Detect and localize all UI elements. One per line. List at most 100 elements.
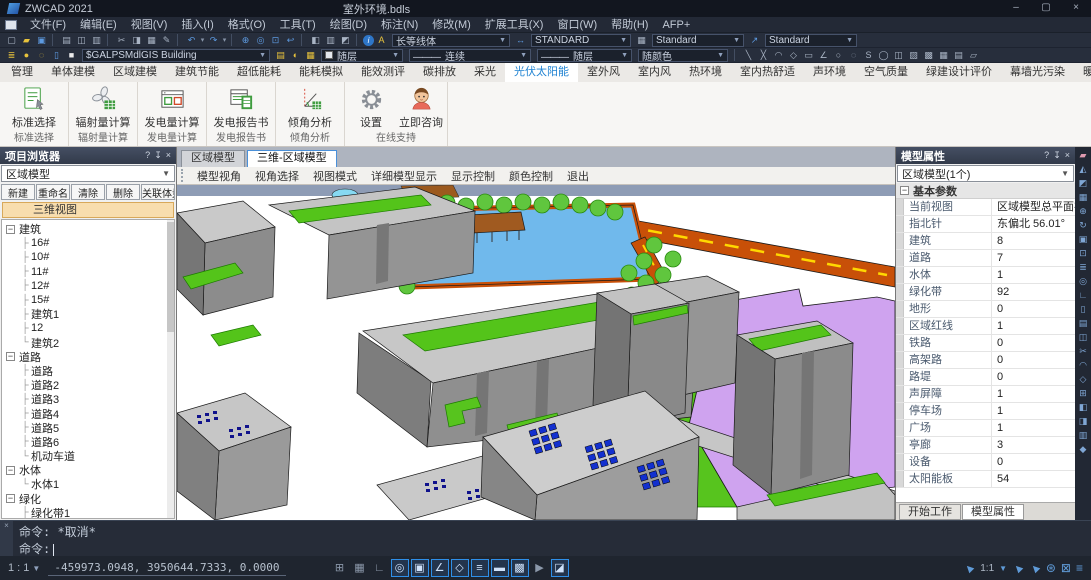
view-toolbar-button[interactable]: 显示控制 xyxy=(444,168,502,184)
dynamic-input-icon[interactable]: ≡ xyxy=(471,559,489,577)
menu-item[interactable]: 帮助(H) xyxy=(604,17,655,33)
close-icon[interactable]: × xyxy=(166,150,171,161)
tree-item[interactable]: 道路2 xyxy=(6,378,174,392)
ribbon-tab[interactable]: 绿建设计评价 xyxy=(917,63,1001,82)
view-tab[interactable]: 区域模型 xyxy=(181,150,245,167)
tree-item[interactable]: 道路4 xyxy=(6,406,174,420)
ribbon-tab[interactable]: 采光 xyxy=(465,63,505,82)
tree-item[interactable]: 道路6 xyxy=(6,435,174,449)
panel-bottom-tab[interactable]: 开始工作 xyxy=(899,504,961,520)
open-folder-icon[interactable]: ▰ xyxy=(19,34,34,47)
panel-button[interactable]: 关联体量 xyxy=(141,184,175,200)
tree-scrollbar[interactable] xyxy=(167,220,174,518)
annotation-scale-icon[interactable]: ▲ xyxy=(960,559,978,577)
region-icon[interactable]: ▱ xyxy=(966,49,981,62)
eraser-icon[interactable]: ▰ xyxy=(1076,149,1090,162)
extrude-icon[interactable]: ⊡ xyxy=(1076,247,1090,260)
array-icon[interactable]: ⊞ xyxy=(1076,387,1090,400)
property-row[interactable]: 区域红线 1 xyxy=(896,318,1075,335)
ribbon-tab[interactable]: 能效测评 xyxy=(352,63,414,82)
menu-item[interactable]: 格式(O) xyxy=(221,17,273,33)
tool-palettes-icon[interactable]: ▥ xyxy=(323,34,338,47)
spline-icon[interactable]: S xyxy=(861,49,876,62)
panel-button[interactable]: 重命名 xyxy=(36,184,70,200)
toolbar-drag-handle[interactable] xyxy=(181,169,185,182)
tree-item[interactable]: 16# xyxy=(6,236,174,250)
model-type-combo[interactable]: 区域模型▼ xyxy=(1,165,175,182)
menu-item[interactable]: 修改(M) xyxy=(425,17,478,33)
help-icon[interactable]: ? xyxy=(145,150,150,161)
close-icon[interactable]: × xyxy=(1065,150,1070,161)
window-minimize-button[interactable]: – xyxy=(1001,0,1031,17)
select-icon[interactable]: ▣ xyxy=(1076,233,1090,246)
radiation-calc-button[interactable]: 辐射量计算 xyxy=(72,86,134,130)
tree-item[interactable]: 15# xyxy=(6,293,174,307)
paste-tool-icon[interactable]: ▥ xyxy=(1076,429,1090,442)
property-row[interactable]: 地形 0 xyxy=(896,301,1075,318)
view-toolbar-button[interactable]: 退出 xyxy=(560,168,596,184)
power-report-button[interactable]: 发电报告书 xyxy=(210,86,272,130)
layer-previous-icon[interactable]: ◐ xyxy=(288,49,303,62)
property-row[interactable]: 高架路 0 xyxy=(896,352,1075,369)
tree-item[interactable]: 建筑2 xyxy=(6,336,174,350)
ribbon-tab[interactable]: 光伏太阳能 xyxy=(505,63,578,82)
undo-dropdown-icon[interactable]: ▾ xyxy=(199,34,206,47)
property-row[interactable]: 指北针 东偏北 56.01° xyxy=(896,216,1075,233)
menu-icon[interactable]: ≡ xyxy=(1076,561,1083,575)
layer-combo[interactable]: $GALPSMdlGIS Building▼ xyxy=(82,49,270,62)
lineweight-icon[interactable]: ▬ xyxy=(491,559,509,577)
mtext-icon[interactable]: ▤ xyxy=(951,49,966,62)
settings-gear-icon[interactable]: ⊛ xyxy=(1046,561,1056,575)
xline-icon[interactable]: ╳ xyxy=(756,49,771,62)
property-row[interactable]: 水体 1 xyxy=(896,267,1075,284)
tree-item[interactable]: 建筑1 xyxy=(6,307,174,321)
view-item-3d[interactable]: 三维视图 xyxy=(2,202,174,218)
ribbon-tab[interactable]: 声环境 xyxy=(804,63,855,82)
copy-tool-icon[interactable]: ◨ xyxy=(1076,415,1090,428)
object-snap-icon[interactable]: ▣ xyxy=(411,559,429,577)
panel-button[interactable]: 清除 xyxy=(71,184,105,200)
add-annotation-scale-icon[interactable]: ▲ xyxy=(1009,559,1027,577)
property-row[interactable]: 铁路 0 xyxy=(896,335,1075,352)
table-style-combo[interactable]: Standard▼ xyxy=(652,34,744,47)
help-icon[interactable]: ? xyxy=(1044,150,1049,161)
ribbon-tab[interactable]: 热环境 xyxy=(680,63,731,82)
tree-item[interactable]: 道路3 xyxy=(6,392,174,406)
property-row[interactable]: 路堤 0 xyxy=(896,369,1075,386)
zoom-previous-icon[interactable]: ↩ xyxy=(283,34,298,47)
view-toolbar-button[interactable]: 模型视角 xyxy=(190,168,248,184)
rotate-icon[interactable]: ↻ xyxy=(1076,219,1090,232)
tree-item[interactable]: 水体 xyxy=(6,463,174,477)
mirror-icon[interactable]: ◫ xyxy=(1076,331,1090,344)
snap-tracking-icon[interactable]: ◇ xyxy=(451,559,469,577)
ribbon-tab[interactable]: 超低能耗 xyxy=(228,63,290,82)
tree-item[interactable]: 绿化带1 xyxy=(6,506,174,519)
property-row[interactable]: 道路 7 xyxy=(896,250,1075,267)
plot-icon[interactable]: ▤ xyxy=(59,34,74,47)
layer-on-icon[interactable]: ● xyxy=(19,49,34,62)
redo-icon[interactable]: ↷ xyxy=(206,34,221,47)
ribbon-tab[interactable]: 空气质量 xyxy=(855,63,917,82)
wall-icon[interactable]: ▯ xyxy=(1076,303,1090,316)
pin-icon[interactable]: ↧ xyxy=(1053,150,1061,161)
table-icon[interactable]: ▦ xyxy=(936,49,951,62)
tree-item[interactable]: 道路 xyxy=(6,364,174,378)
save-icon[interactable]: ▣ xyxy=(34,34,49,47)
ribbon-tab[interactable]: 室外风 xyxy=(578,63,629,82)
menu-item[interactable]: 插入(I) xyxy=(174,17,220,33)
power-calc-button[interactable]: 发电量计算 xyxy=(141,86,203,130)
menu-item[interactable]: AFP+ xyxy=(655,17,697,33)
stairs-icon[interactable]: ▤ xyxy=(1076,317,1090,330)
blocks-icon[interactable]: ▦ xyxy=(1076,191,1090,204)
match-properties-icon[interactable]: ✎ xyxy=(159,34,174,47)
property-row[interactable]: 设备 0 xyxy=(896,454,1075,471)
arc-icon[interactable]: ◠ xyxy=(771,49,786,62)
cut-icon[interactable]: ✂ xyxy=(114,34,129,47)
collapse-icon[interactable]: − xyxy=(900,186,909,195)
panel-button[interactable]: 新建 xyxy=(1,184,35,200)
selection-combo[interactable]: 区域模型(1个)▼ xyxy=(897,165,1074,182)
property-row[interactable]: 停车场 1 xyxy=(896,403,1075,420)
view-toolbar-button[interactable]: 视图模式 xyxy=(306,168,364,184)
new-file-icon[interactable]: ▢ xyxy=(4,34,19,47)
layer-states-icon[interactable]: ▦ xyxy=(303,49,318,62)
